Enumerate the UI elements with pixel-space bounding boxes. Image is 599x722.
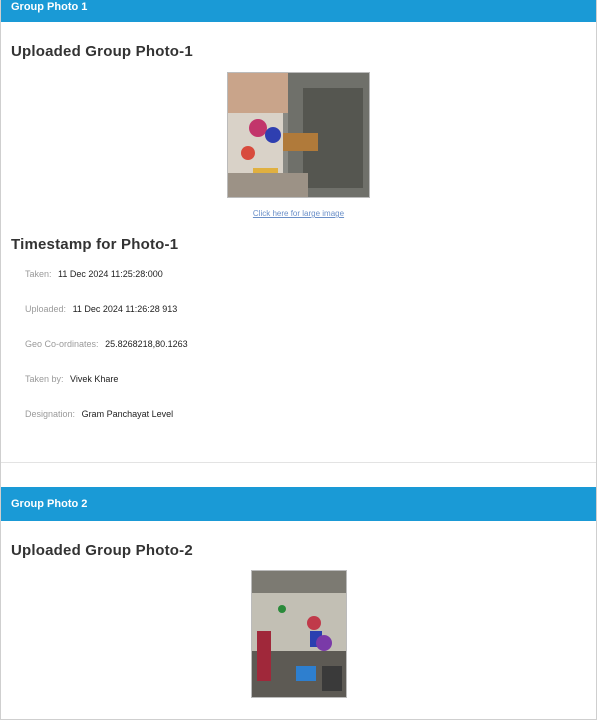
ts-value: Vivek Khare	[70, 374, 119, 384]
ts-label: Uploaded:	[25, 304, 67, 314]
ts-row-taken-by: Taken by: Vivek Khare	[1, 372, 596, 407]
group-photo-2-image	[251, 571, 346, 697]
page-frame: Group Photo 1 Uploaded Group Photo-1 Cli…	[0, 0, 597, 720]
ts-value: 25.8268218,80.1263	[105, 339, 188, 349]
section-header-label: Group Photo 1	[11, 1, 88, 13]
group-photo-1-image	[228, 73, 369, 197]
ts-label: Taken:	[25, 269, 52, 279]
ts-row-uploaded: Uploaded: 11 Dec 2024 11:26:28 913	[1, 302, 596, 337]
group-photo-1-thumbnail[interactable]	[227, 72, 370, 198]
section-header-group-photo-2: Group Photo 2	[1, 487, 596, 521]
ts-value: 11 Dec 2024 11:26:28 913	[72, 304, 178, 314]
ts-row-geo: Geo Co-ordinates: 25.8268218,80.1263	[1, 337, 596, 372]
large-image-link[interactable]: Click here for large image	[1, 209, 596, 218]
uploaded-photo-1-title: Uploaded Group Photo-1	[11, 43, 193, 60]
uploaded-photo-2-title: Uploaded Group Photo-2	[11, 542, 193, 559]
ts-row-designation: Designation: Gram Panchayat Level	[1, 407, 596, 442]
ts-label: Taken by:	[25, 374, 64, 384]
timestamp-title: Timestamp for Photo-1	[11, 236, 179, 253]
ts-label: Designation:	[25, 409, 76, 419]
ts-value: 11 Dec 2024 11:25:28:000	[58, 269, 163, 279]
ts-label: Geo Co-ordinates:	[25, 339, 99, 349]
group-photo-2-thumbnail[interactable]	[250, 570, 347, 698]
section-header-label: Group Photo 2	[11, 498, 88, 510]
ts-row-taken: Taken: 11 Dec 2024 11:25:28:000	[1, 267, 596, 302]
section-header-group-photo-1: Group Photo 1	[1, 0, 596, 22]
ts-value: Gram Panchayat Level	[81, 409, 174, 419]
